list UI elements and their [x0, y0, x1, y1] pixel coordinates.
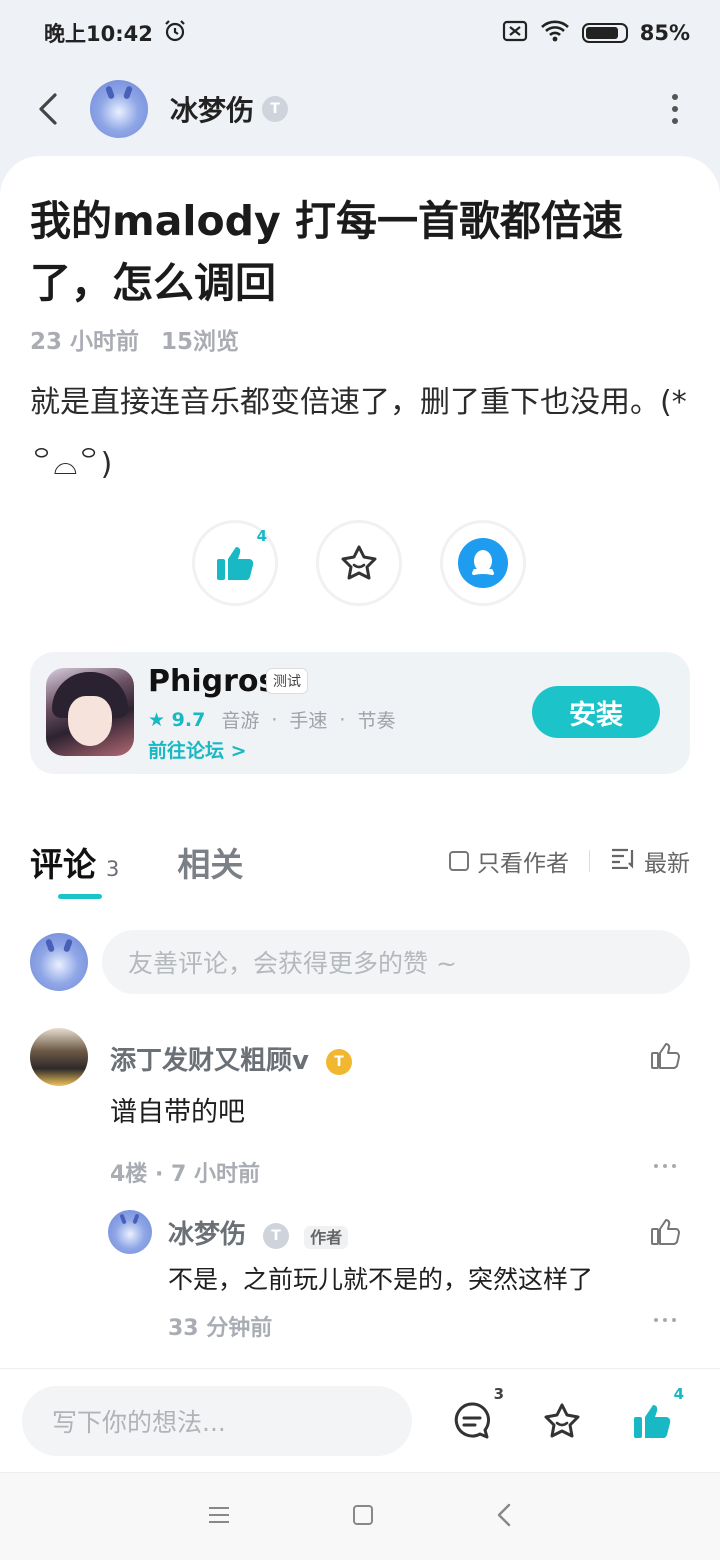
- author-tag: 作者: [304, 1225, 349, 1249]
- post-card: 我的malody 打每一首歌都倍速了，怎么调回 23 小时前 15浏览 就是直接…: [0, 156, 720, 810]
- author-avatar[interactable]: [90, 80, 148, 138]
- bottom-actions: 3 4: [450, 1385, 698, 1443]
- comment-input-row: 友善评论，会获得更多的赞 ~: [30, 930, 690, 994]
- active-tab-indicator: [58, 894, 102, 899]
- level-badge-icon: T: [263, 1222, 290, 1249]
- post-actions: 4: [192, 520, 526, 606]
- comment-count: 3: [493, 1384, 504, 1403]
- sim-icon: [502, 20, 528, 47]
- app-name[interactable]: Phigros: [148, 664, 276, 699]
- comment-like-icon[interactable]: [650, 1042, 680, 1074]
- app-icon[interactable]: [46, 668, 134, 756]
- favorite-icon[interactable]: [540, 1399, 584, 1443]
- reply-like-icon[interactable]: [650, 1218, 680, 1250]
- genre-tag: 节奏: [357, 710, 396, 732]
- top-bar: 冰梦伤 T: [0, 66, 720, 152]
- genre-tag: 手速: [289, 710, 328, 732]
- post-time: 23 小时前: [30, 329, 140, 355]
- forum-link[interactable]: 前往论坛 >: [148, 736, 247, 763]
- post-title: 我的malody 打每一首歌都倍速了，怎么调回: [30, 197, 623, 307]
- thumbs-up-icon[interactable]: 4: [630, 1385, 684, 1443]
- status-time: 晚上10:42: [44, 22, 153, 46]
- author-name[interactable]: 冰梦伤: [170, 89, 254, 129]
- comment-meta: 4楼 · 7 小时前: [110, 1162, 260, 1187]
- sort-icon[interactable]: [610, 847, 636, 875]
- genre-tag: 音游: [221, 710, 260, 732]
- write-input[interactable]: 写下你的想法...: [22, 1385, 412, 1456]
- share-qq-button[interactable]: [440, 520, 526, 606]
- install-button[interactable]: 安装: [532, 686, 660, 738]
- tab-comments-count: 3: [106, 857, 120, 881]
- app-card[interactable]: Phigros 测试 ★ 9.7 音游 · 手速 · 节奏 前往论坛 > 安装: [30, 652, 690, 774]
- level-badge-icon: T: [262, 96, 289, 122]
- post-meta: 23 小时前 15浏览: [30, 322, 239, 356]
- reply-time: 33 分钟前: [168, 1316, 273, 1341]
- more-options-icon[interactable]: [660, 89, 690, 129]
- favorite-button[interactable]: [316, 520, 402, 606]
- back-icon[interactable]: [495, 1502, 513, 1532]
- reply-avatar[interactable]: [108, 1210, 152, 1254]
- app-rating: ★ 9.7: [148, 708, 206, 731]
- comment-icon[interactable]: 3: [450, 1385, 504, 1443]
- tab-comments[interactable]: 评论: [30, 838, 96, 886]
- comment-tabs: 评论 3 相关: [30, 838, 243, 886]
- comment-filters: 只看作者 最新: [449, 844, 690, 878]
- home-icon[interactable]: [351, 1503, 375, 1531]
- like-count: 4: [256, 527, 267, 545]
- level-badge-icon: T: [326, 1048, 353, 1075]
- tab-related[interactable]: 相关: [177, 838, 243, 886]
- bottom-bar: 写下你的想法... 3 4: [0, 1368, 720, 1472]
- alarm-icon: [163, 19, 187, 48]
- back-arrow-icon[interactable]: [30, 91, 66, 127]
- author-only-checkbox[interactable]: [449, 851, 469, 871]
- status-bar: 晚上10:42 85%: [0, 0, 720, 66]
- like-count: 4: [673, 1384, 684, 1403]
- battery-percent: 85%: [639, 21, 690, 45]
- system-nav-bar: [0, 1472, 720, 1560]
- star-icon: [341, 545, 377, 580]
- post-body: 就是直接连音乐都变倍速了，删了重下也没用。(*꒪⌓꒪): [30, 385, 687, 482]
- post-views: 15浏览: [161, 329, 240, 355]
- thumbs-up-icon: [217, 547, 254, 580]
- like-button[interactable]: 4: [192, 520, 278, 606]
- comment-more-icon[interactable]: [654, 1164, 676, 1168]
- menu-icon[interactable]: [207, 1505, 231, 1529]
- my-avatar: [30, 933, 88, 991]
- wifi-icon: [540, 19, 570, 48]
- reply-more-icon[interactable]: [654, 1318, 676, 1322]
- app-meta: ★ 9.7 音游 · 手速 · 节奏: [148, 706, 395, 733]
- qq-icon: [458, 538, 508, 588]
- comment-input[interactable]: 友善评论，会获得更多的赞 ~: [102, 930, 690, 994]
- author-only-label[interactable]: 只看作者: [477, 844, 569, 878]
- reply-text: 不是，之前玩儿就不是的，突然这样了: [168, 1265, 594, 1294]
- comment-text: 谱自带的吧: [110, 1097, 245, 1128]
- reply-author[interactable]: 冰梦伤 T 作者: [168, 1214, 349, 1251]
- test-tag: 测试: [266, 668, 308, 694]
- commenter-avatar[interactable]: [30, 1028, 88, 1086]
- battery-icon: [581, 23, 628, 43]
- comments-section: 评论 3 相关 只看作者 最新 友善评论，会获得更多的赞 ~ 添丁发财又粗顾v …: [0, 810, 720, 1370]
- sort-label[interactable]: 最新: [644, 844, 690, 878]
- commenter-name[interactable]: 添丁发财又粗顾v T: [110, 1040, 353, 1077]
